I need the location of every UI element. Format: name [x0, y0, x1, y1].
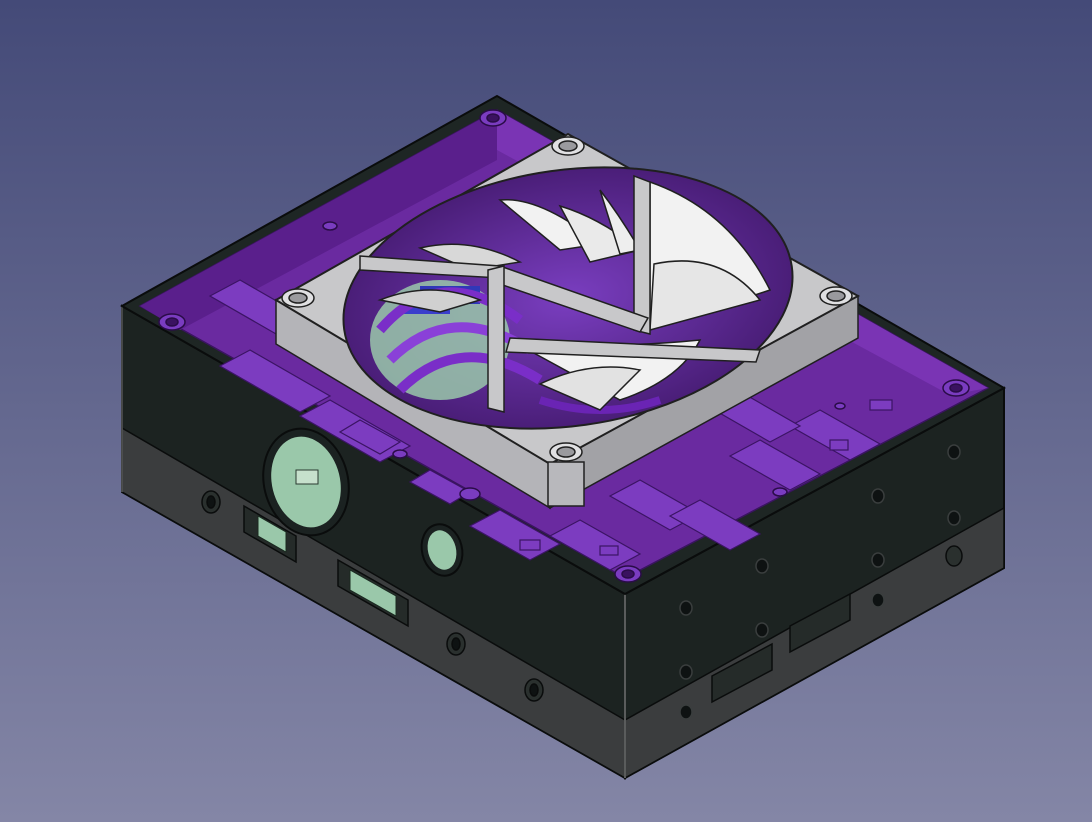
3d-viewport[interactable] [0, 0, 1092, 822]
fan-mount-post [547, 461, 585, 507]
